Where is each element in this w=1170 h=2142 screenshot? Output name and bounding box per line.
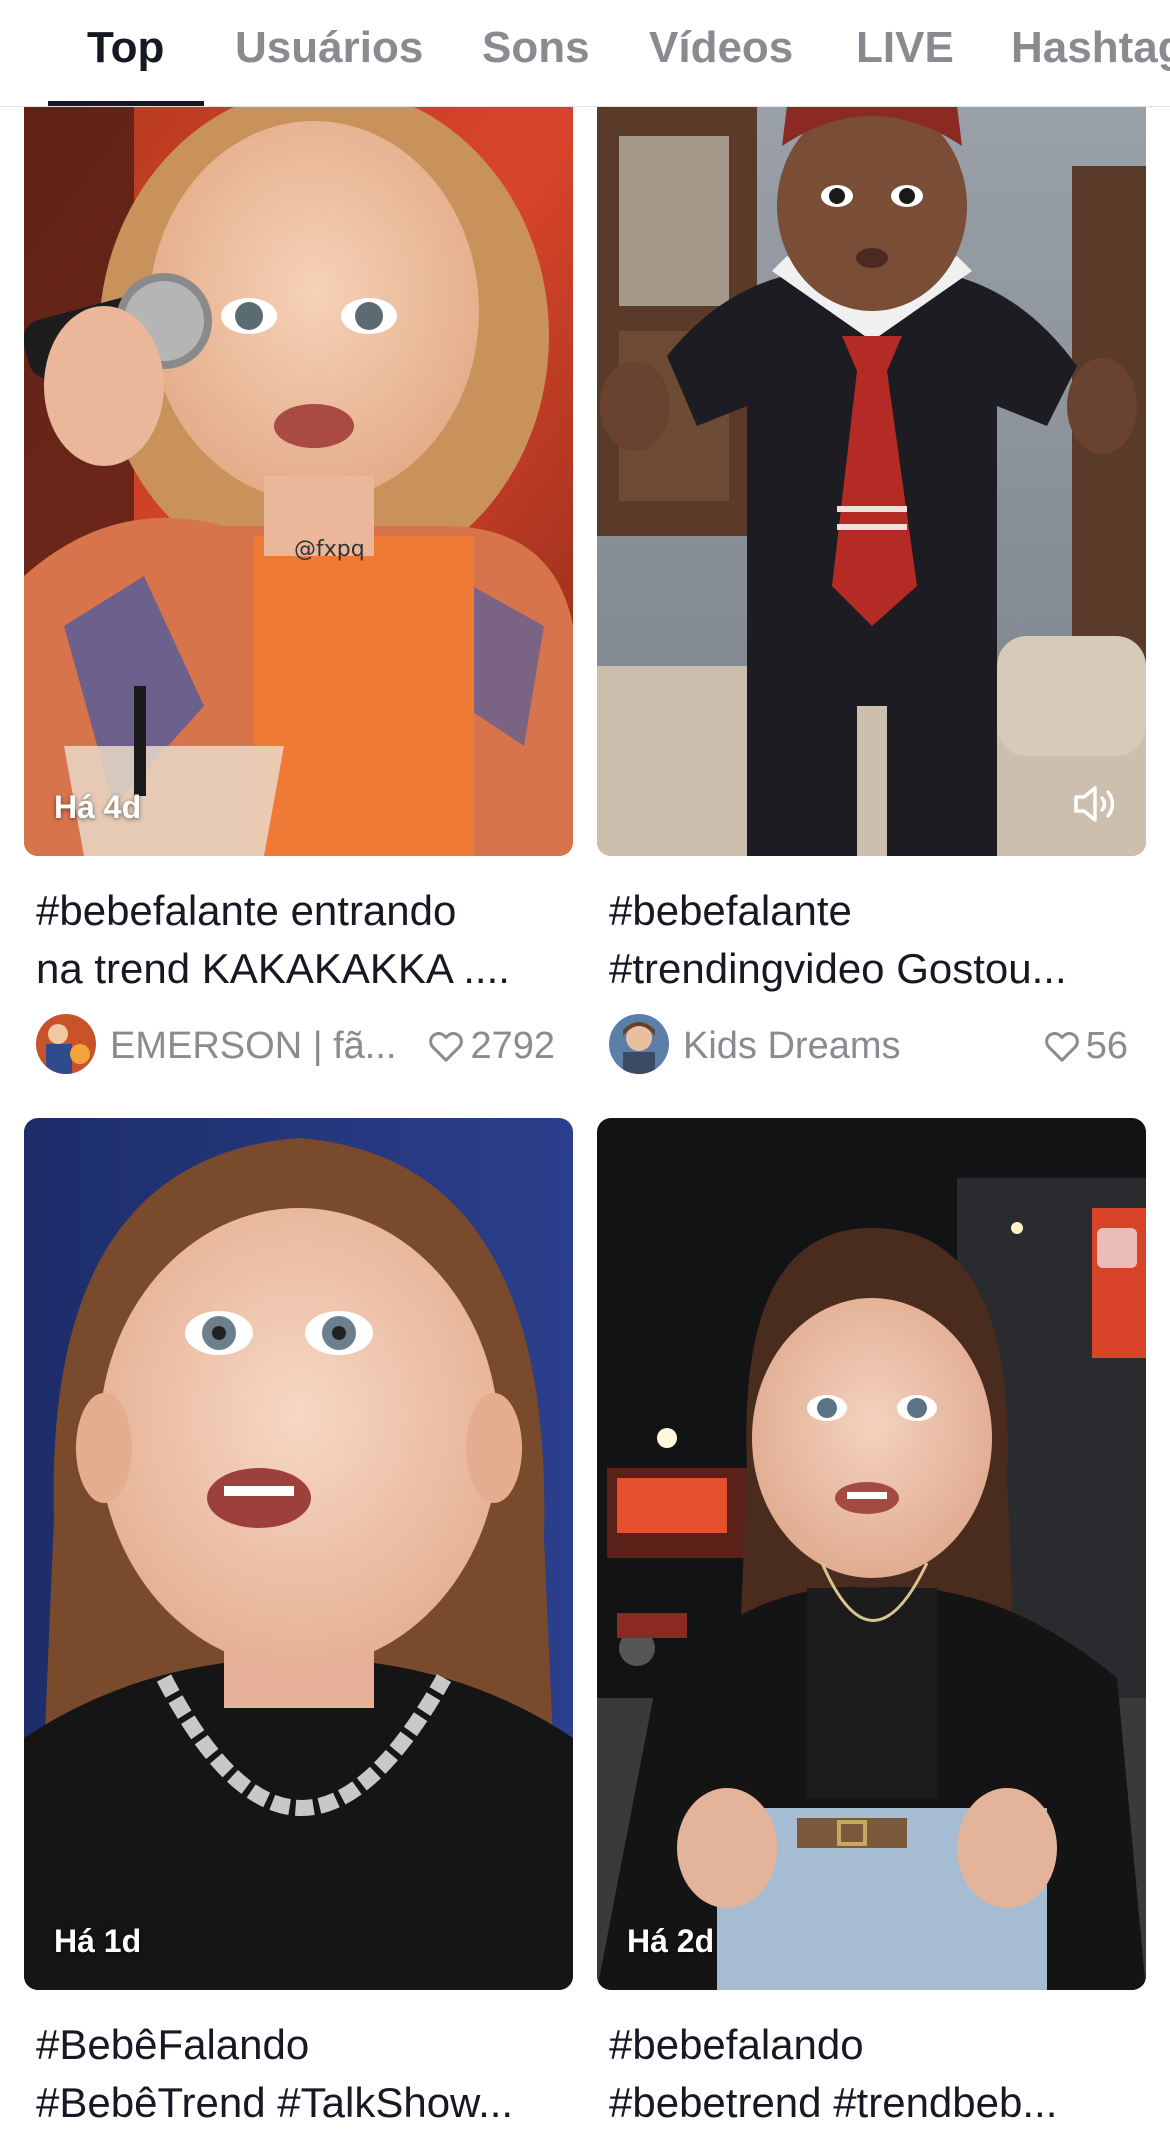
avatar[interactable] (609, 1014, 669, 1074)
video-card[interactable]: Há 1d #BebêFalando #BebêTrend #TalkShow.… (24, 1118, 573, 2132)
search-results-page: Top Usuários Sons Vídeos LIVE Hashtags (0, 0, 1170, 2142)
tab-users[interactable]: Usuários (235, 18, 423, 78)
video-meta: EMERSON | fã... 2792 (36, 1014, 561, 1076)
video-meta: Kids Dreams 56 (609, 1014, 1134, 1076)
video-caption[interactable]: #bebefalante entrando na trend KAKAKAKKA… (36, 882, 561, 998)
tab-live[interactable]: LIVE (856, 18, 954, 78)
post-age-badge: Há 2d (627, 1923, 715, 1959)
like-count-value: 56 (1085, 1025, 1128, 1067)
post-age-badge: Há 4d (54, 789, 142, 825)
thumbnail-image (597, 106, 1146, 856)
thumbnail-image: @fxpq (24, 106, 573, 856)
tab-videos[interactable]: Vídeos (649, 18, 793, 78)
video-caption[interactable]: #bebefalando #bebetrend #trendbeb... (609, 2016, 1134, 2132)
caption-line: #BebêFalando (36, 2021, 310, 2068)
caption-line: #BebêTrend #TalkShow... (36, 2079, 514, 2126)
post-age-badge: Há 1d (54, 1923, 142, 1959)
caption-line: na trend KAKAKAKKA .... (36, 945, 510, 992)
video-card[interactable]: @fxpq Há 4d #bebefalante entrando na tre… (24, 106, 573, 1076)
heart-icon (429, 1032, 464, 1062)
speaker-volume-icon[interactable] (1068, 776, 1124, 832)
caption-line: #trendingvideo Gostou... (609, 945, 1067, 992)
author-username[interactable]: EMERSON | fã... (110, 1024, 396, 1068)
caption-line: #bebetrend #trendbeb... (609, 2079, 1058, 2126)
tab-top[interactable]: Top (87, 18, 164, 78)
video-thumbnail[interactable]: Há 2d (597, 1118, 1146, 1990)
video-thumbnail[interactable]: @fxpq Há 4d (24, 106, 573, 856)
thumbnail-image (24, 1118, 573, 1990)
video-caption[interactable]: #bebefalante #trendingvideo Gostou... (609, 882, 1134, 998)
video-card[interactable]: Há 2d #bebefalando #bebetrend #trendbeb.… (597, 1118, 1146, 2132)
video-thumbnail[interactable]: Há 1d (24, 1118, 573, 1990)
caption-line: #bebefalante (609, 887, 852, 934)
active-tab-indicator (48, 101, 204, 106)
tab-sounds[interactable]: Sons (482, 18, 590, 78)
like-count-value: 2792 (470, 1025, 555, 1067)
neck-tattoo-text: @fxpq (294, 537, 365, 562)
search-tabs: Top Usuários Sons Vídeos LIVE Hashtags (0, 0, 1170, 107)
heart-icon (1044, 1032, 1079, 1062)
like-count: 56 (1042, 1024, 1128, 1068)
like-count: 2792 (426, 1024, 555, 1068)
author-username[interactable]: Kids Dreams (683, 1024, 901, 1068)
caption-line: #bebefalando (609, 2021, 864, 2068)
video-card[interactable]: #bebefalante #trendingvideo Gostou... Ki… (597, 106, 1146, 1076)
caption-line: #bebefalante entrando (36, 887, 457, 934)
thumbnail-image (597, 1118, 1146, 1990)
video-caption[interactable]: #BebêFalando #BebêTrend #TalkShow... (36, 2016, 561, 2132)
avatar[interactable] (36, 1014, 96, 1074)
tab-hashtags[interactable]: Hashtags (1011, 18, 1170, 78)
video-thumbnail[interactable] (597, 106, 1146, 856)
